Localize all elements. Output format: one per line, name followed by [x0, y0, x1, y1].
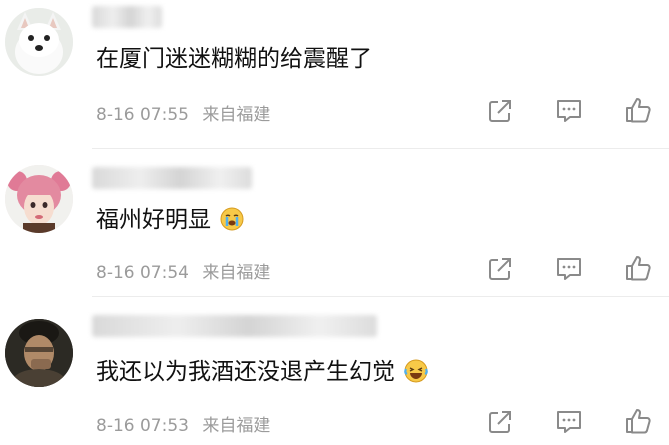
man-portrait-avatar-icon: [5, 319, 73, 387]
comment-meta: 8-16 07:53 来自福建: [96, 411, 278, 436]
comment-icon: [557, 100, 581, 122]
username-blurred[interactable]: [92, 167, 252, 189]
like-icon: [626, 409, 651, 434]
like-icon: [626, 98, 651, 123]
share-button[interactable]: [485, 96, 515, 126]
comment-icon: [557, 258, 581, 280]
share-icon: [489, 411, 511, 433]
comment-text: 我还以为我酒还没退产生幻觉: [96, 357, 429, 391]
comment-meta: 8-16 07:55 来自福建: [96, 100, 278, 125]
comment-text: 福州好明显: [96, 205, 244, 239]
comment-location: 来自福建: [202, 416, 271, 436]
share-button[interactable]: [485, 254, 515, 284]
comment-date: 8-16 07:55: [96, 105, 189, 125]
like-button[interactable]: [623, 253, 653, 283]
reply-button[interactable]: [554, 96, 584, 126]
like-icon: [626, 256, 651, 281]
share-icon: [489, 258, 511, 280]
share-button[interactable]: [485, 407, 515, 437]
pink-hair-girl-avatar-icon: [5, 165, 73, 233]
username-blurred[interactable]: [92, 315, 377, 337]
comment-text-content: 在厦门迷迷糊糊的给震醒了: [96, 46, 372, 72]
comment-date: 8-16 07:53: [96, 416, 189, 436]
comment-item: 在厦门迷迷糊糊的给震醒了 8-16 07:55 来自福建: [0, 0, 669, 148]
avatar[interactable]: [5, 165, 73, 233]
share-icon: [489, 100, 511, 122]
comment-item: 我还以为我酒还没退产生幻觉 8-16 07:53 来自福建: [0, 297, 669, 445]
avatar[interactable]: [5, 319, 73, 387]
username-blurred[interactable]: [92, 6, 162, 28]
white-dog-avatar-icon: [5, 8, 73, 76]
comment-text-content: 我还以为我酒还没退产生幻觉: [96, 359, 395, 385]
reply-button[interactable]: [554, 254, 584, 284]
comment-meta: 8-16 07:54 来自福建: [96, 258, 278, 283]
comment-location: 来自福建: [202, 263, 271, 283]
laughing-crying-emoji-icon: [404, 359, 429, 391]
comment-text: 在厦门迷迷糊糊的给震醒了: [96, 44, 372, 74]
reply-button[interactable]: [554, 407, 584, 437]
like-button[interactable]: [623, 95, 653, 125]
comment-text-content: 福州好明显: [96, 207, 211, 233]
comment-item: 福州好明显 8-16 07:54 来自福建: [0, 149, 669, 296]
crying-face-emoji-icon: [220, 207, 244, 239]
like-button[interactable]: [623, 406, 653, 436]
comment-icon: [557, 411, 581, 433]
avatar[interactable]: [5, 8, 73, 76]
comment-date: 8-16 07:54: [96, 263, 189, 283]
comment-location: 来自福建: [202, 105, 271, 125]
